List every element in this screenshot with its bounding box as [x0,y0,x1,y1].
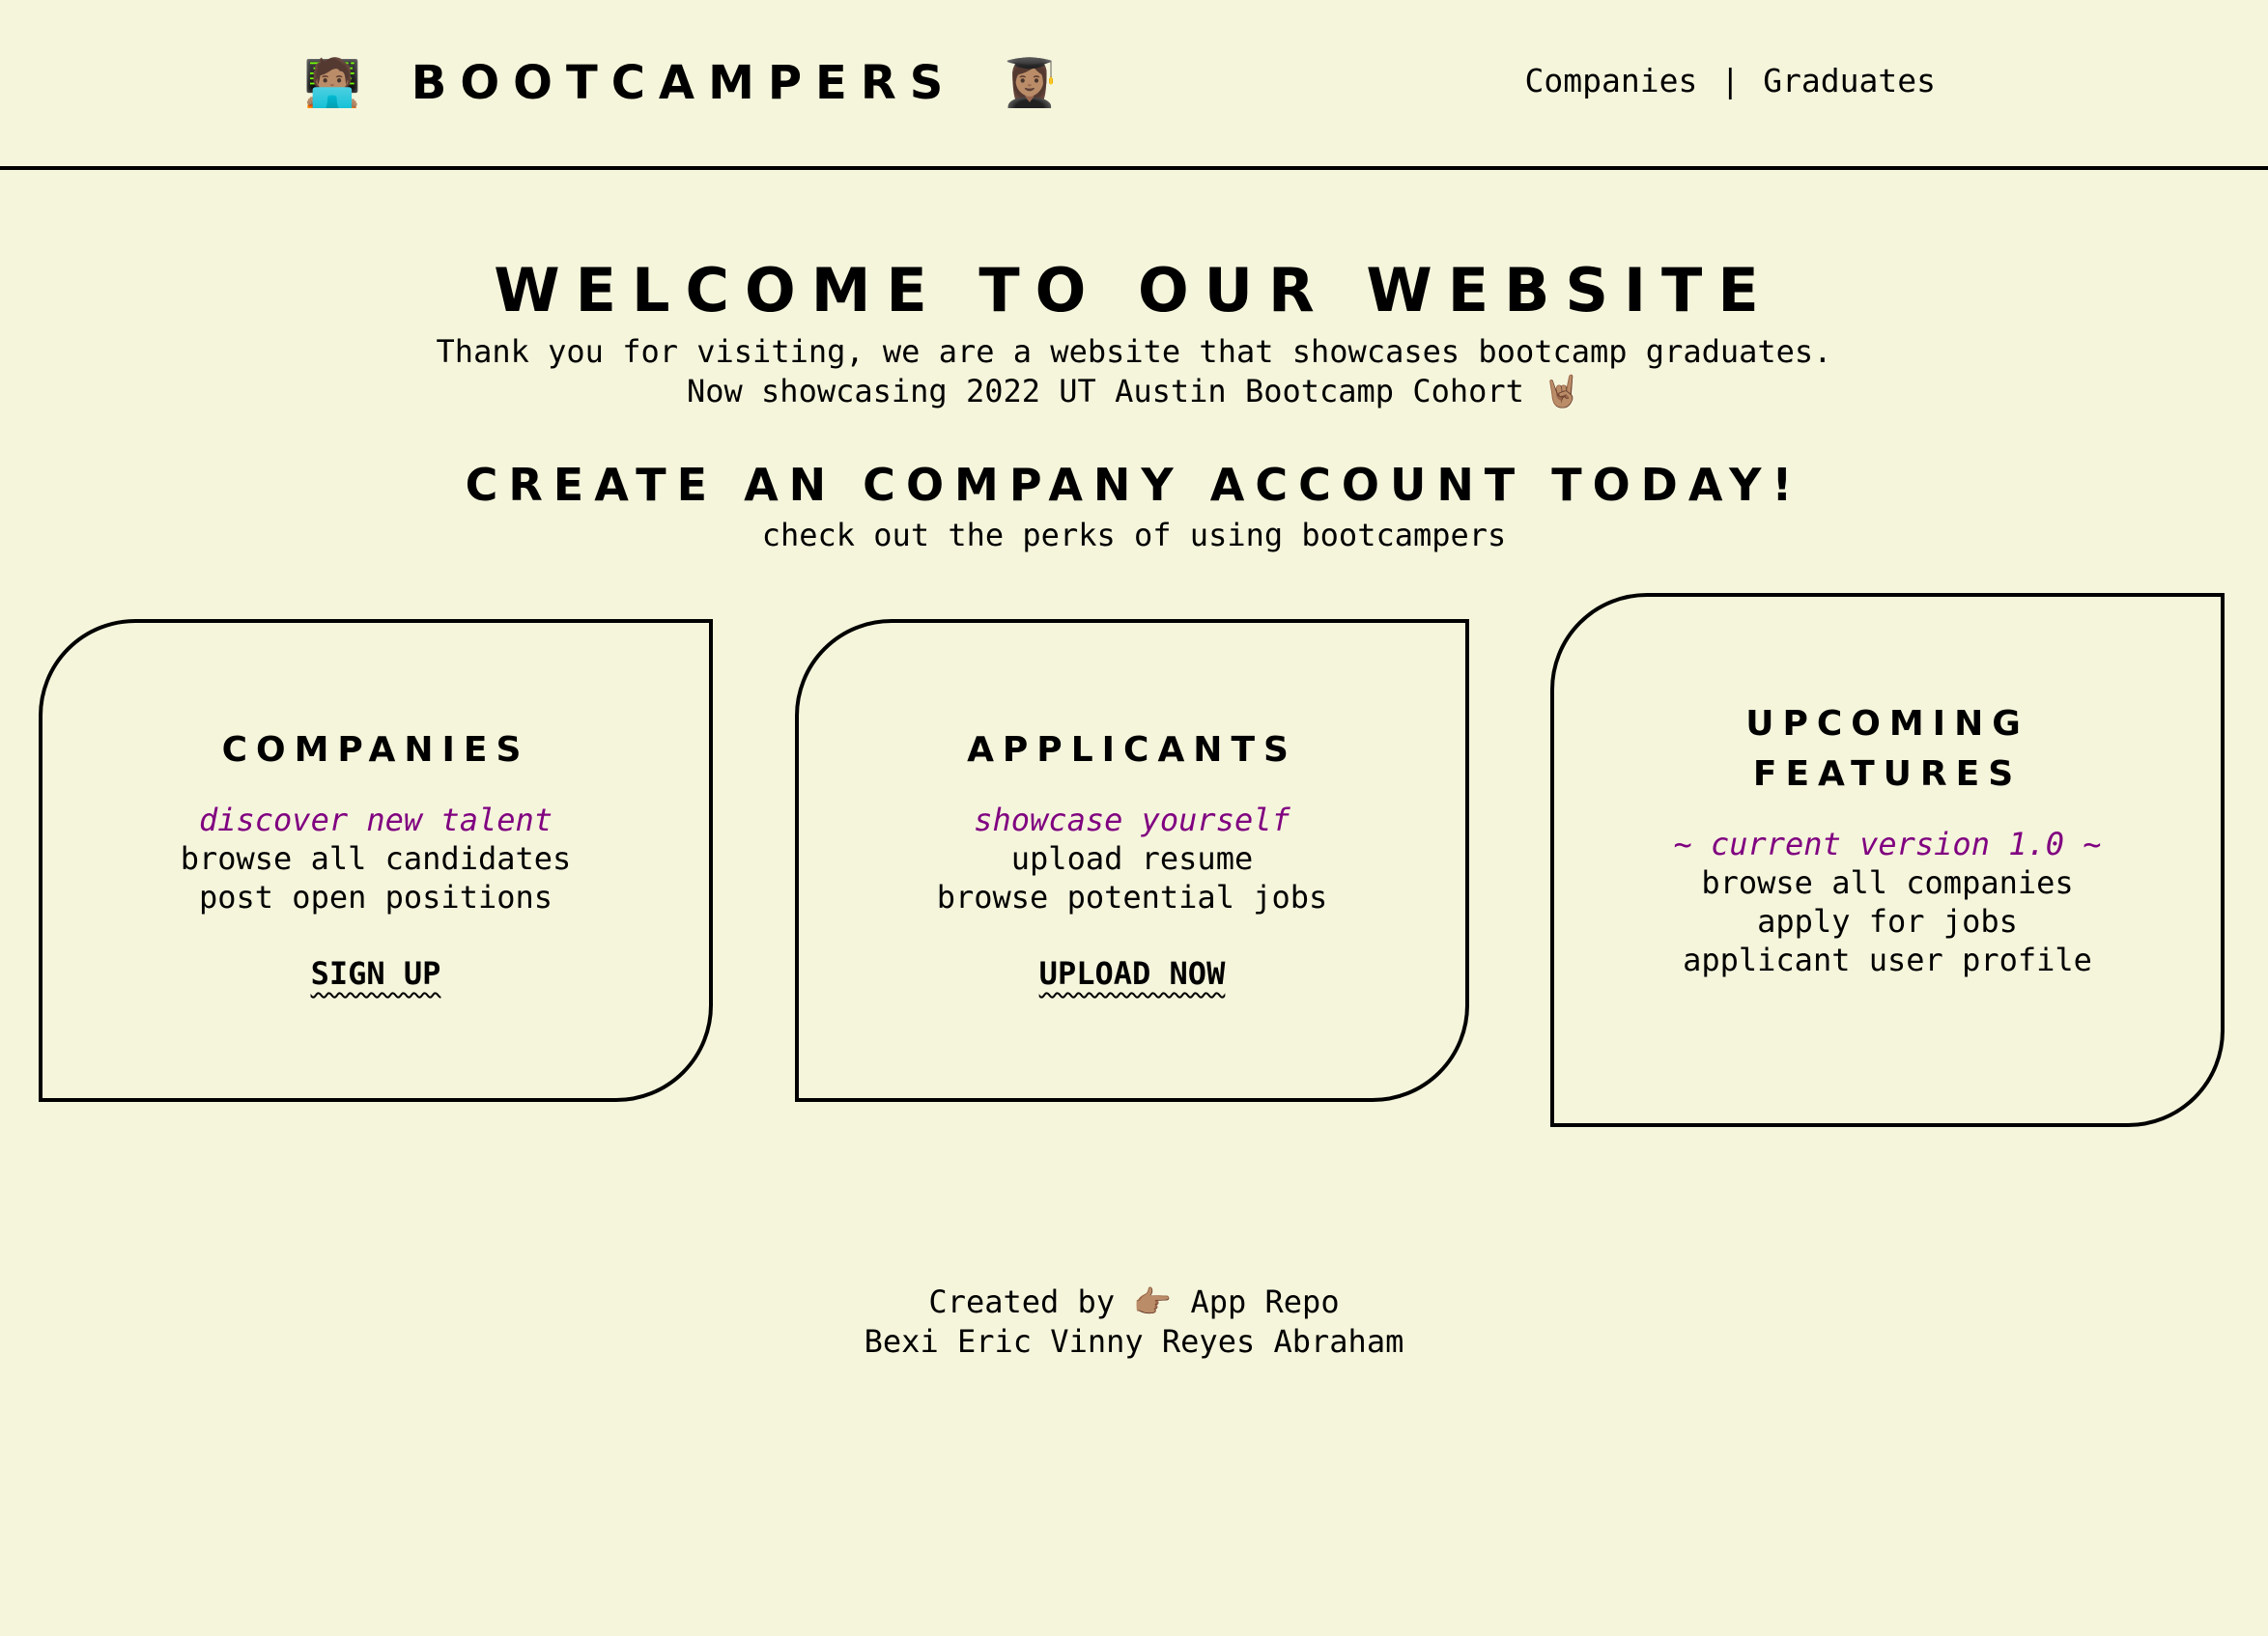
hero-line-1: Thank you for visiting, we are a website… [436,333,1832,370]
sign-up-link[interactable]: SIGN UP [311,955,441,992]
applicants-card: APPLICANTS showcase yourself upload resu… [795,619,1469,1102]
section-subtitle: check out the perks of using bootcampers [761,517,1507,553]
applicants-feature: browse potential jobs [936,879,1328,916]
brand[interactable]: 🧑🏽‍💻 BOOTCAMPERS 👩🏽‍🎓 [303,54,1059,112]
upcoming-feature: applicant user profile [1683,942,2092,978]
created-by-label: Created by [928,1283,1116,1320]
upcoming-feature: browse all companies [1701,864,2074,901]
version-tagline: ~ current version 1.0 ~ [1673,826,2102,862]
upcoming-title-line-2: FEATURES [1752,754,2023,794]
companies-feature: browse all candidates [180,840,572,877]
app-repo-link[interactable]: App Repo [1190,1283,1339,1320]
upcoming-title-line-1: UPCOMING [1745,704,2029,744]
upcoming-features-card: UPCOMING FEATURES ~ current version 1.0 … [1550,593,2225,1127]
companies-feature: post open positions [198,879,553,916]
applicants-feature: upload resume [1010,840,1254,877]
hero-line-2: Now showcasing 2022 UT Austin Bootcamp C… [686,373,1582,409]
page-title: WELCOME TO OUR WEBSITE [494,255,1774,325]
companies-card: COMPANIES discover new talent browse all… [39,619,713,1102]
upcoming-card-title: UPCOMING FEATURES [1554,699,2221,800]
companies-card-title: COMPANIES [221,730,530,770]
upload-now-link[interactable]: UPLOAD NOW [1039,955,1226,992]
graduate-emoji-icon: 👩🏽‍🎓 [1001,56,1060,110]
upcoming-feature: apply for jobs [1757,903,2018,940]
nav-companies-link[interactable]: Companies [1525,62,1698,99]
companies-card-tagline: discover new talent [198,802,553,838]
site-header: 🧑🏽‍💻 BOOTCAMPERS 👩🏽‍🎓 Companies | Gradua… [0,0,2268,170]
authors-list: Bexi Eric Vinny Reyes Abraham [864,1323,1404,1360]
hero-description: Thank you for visiting, we are a website… [0,332,2268,411]
nav-graduates-link[interactable]: Graduates [1763,62,1936,99]
main-nav: Companies | Graduates [1525,62,1937,99]
applicants-card-tagline: showcase yourself [974,802,1290,838]
applicants-card-title: APPLICANTS [967,730,1297,770]
site-footer: Created by 👉🏽 App Repo Bexi Eric Vinny R… [0,1283,2268,1362]
section-title: CREATE AN COMPANY ACCOUNT TODAY! [465,459,1803,511]
brand-title[interactable]: BOOTCAMPERS [411,56,957,110]
credits-line: Created by 👉🏽 App Repo [0,1283,2268,1322]
pointing-hand-icon: 👉🏽 [1133,1283,1173,1320]
technologist-emoji-icon: 🧑🏽‍💻 [303,56,361,110]
nav-separator: | [1720,62,1741,99]
